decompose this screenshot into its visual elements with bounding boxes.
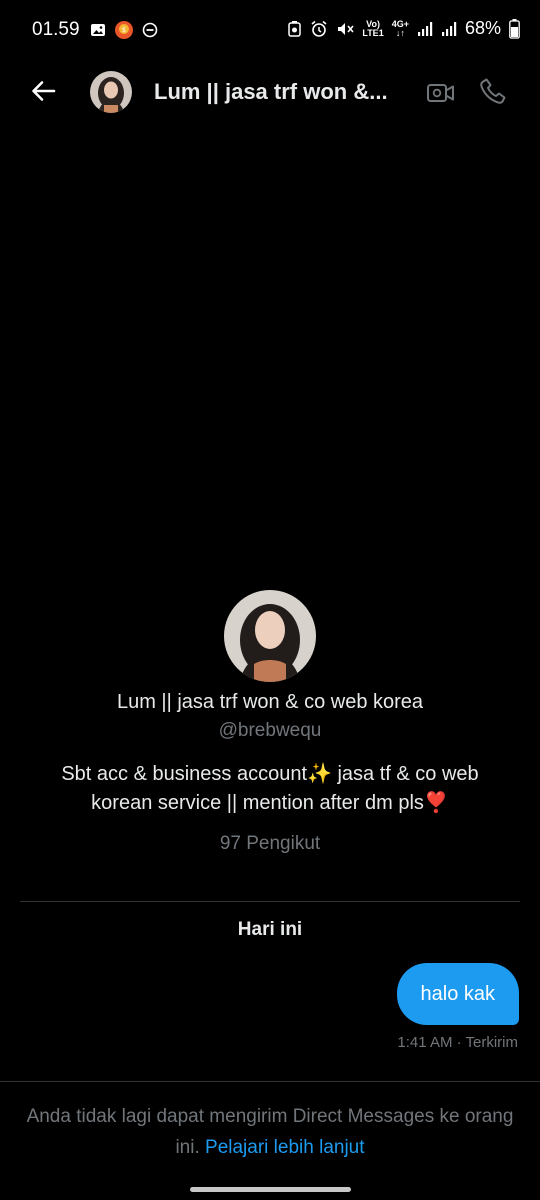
learn-more-link[interactable]: Pelajari lebih lanjut (205, 1137, 365, 1158)
gallery-icon (91, 24, 105, 36)
dm-blocked-notice: Anda tidak lagi dapat mengirim Direct Me… (20, 1101, 520, 1163)
battery-icon (509, 18, 520, 39)
conversation-title[interactable]: Lum || jasa trf won &... (154, 79, 416, 105)
message-bubble[interactable]: halo kak (396, 963, 519, 1025)
back-arrow-icon[interactable] (28, 76, 58, 106)
data-saver-icon (288, 21, 302, 37)
home-indicator[interactable] (190, 1187, 351, 1192)
profile-avatar[interactable] (224, 590, 316, 682)
date-separator: Hari ini (237, 919, 303, 940)
profile-name: Lum || jasa trf won & co web korea (116, 691, 424, 713)
network-type-indicator: 4G+ ↓↑ (391, 18, 409, 38)
signal-icon-2 (441, 21, 457, 36)
battery-percent: 68% (464, 18, 501, 38)
avatar-photo (90, 71, 132, 113)
divider (20, 901, 520, 902)
follower-count[interactable]: 97 Pengikut (0, 833, 540, 855)
wallet-app-icon: $ (115, 21, 133, 39)
message-status: 1:41 AM · Terkirim (397, 1034, 518, 1051)
video-call-icon[interactable] (426, 78, 456, 108)
volte-indicator: Vo) LTE1 (362, 18, 384, 38)
status-bar: 01.59 $ Vo) LTE1 4G+ ↓↑ 68% (0, 0, 540, 60)
alarm-icon (311, 20, 327, 37)
profile-bio: Sbt acc & business account✨ jasa tf & co… (61, 763, 479, 814)
phone-call-icon[interactable] (478, 76, 508, 106)
profile-summary: Lum || jasa trf won & co web korea @breb… (0, 590, 540, 855)
avatar[interactable] (90, 71, 132, 113)
status-time: 01.59 (32, 19, 80, 40)
svg-text:$: $ (122, 26, 126, 34)
conversation-header: Lum || jasa trf won &... (0, 62, 540, 122)
mute-icon (338, 22, 354, 35)
divider (0, 1081, 540, 1082)
profile-handle: @brebwequ (218, 720, 322, 741)
do-not-disturb-icon (142, 22, 158, 38)
signal-icon (417, 21, 433, 36)
profile-photo (224, 590, 316, 682)
